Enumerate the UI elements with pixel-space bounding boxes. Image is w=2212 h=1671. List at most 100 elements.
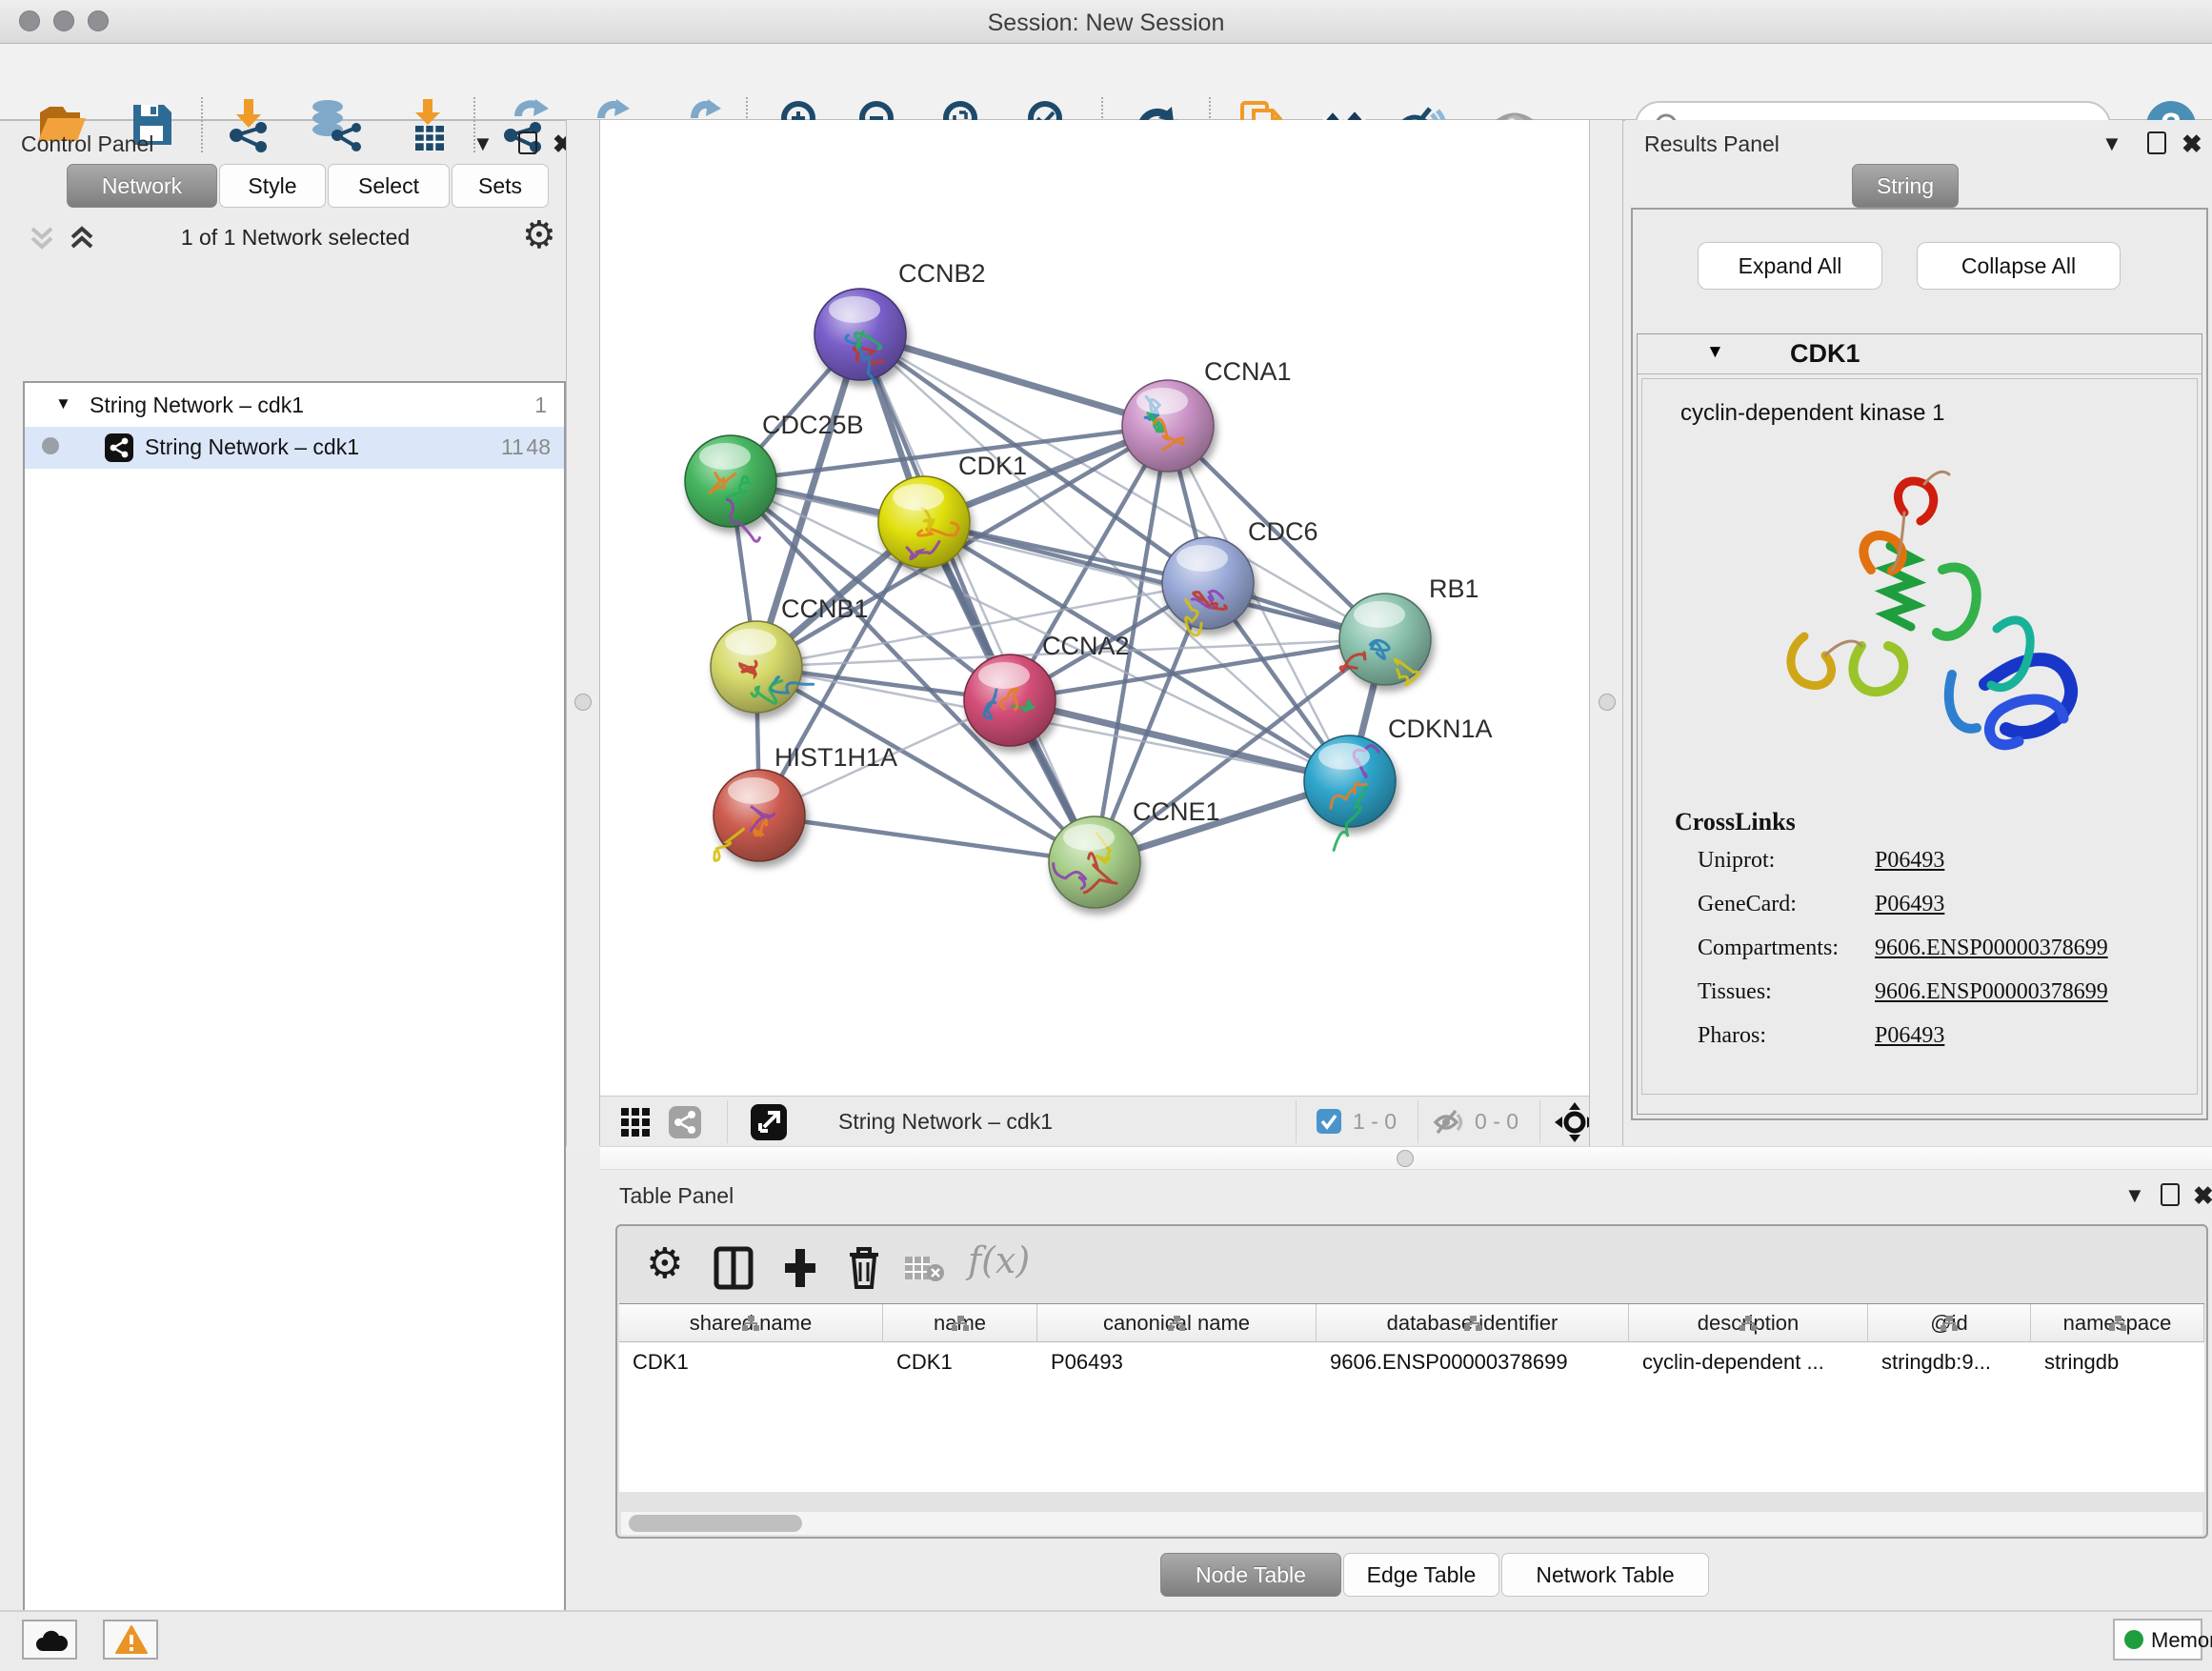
column-header-canonical-name[interactable]: canonical name bbox=[1037, 1304, 1317, 1342]
network-table-splitter[interactable] bbox=[600, 1146, 2212, 1170]
crosslink-link[interactable]: P06493 bbox=[1875, 1023, 1944, 1049]
tab-style[interactable]: Style bbox=[219, 164, 326, 208]
crosslink-row: GeneCard: bbox=[1698, 892, 1797, 917]
results-panel-float-icon[interactable] bbox=[2147, 131, 2166, 154]
crosslink-row: Pharos: bbox=[1698, 1023, 1766, 1049]
control-panel-menu-icon[interactable]: ▼ bbox=[473, 131, 493, 156]
crosslink-link[interactable]: 9606.ENSP00000378699 bbox=[1875, 979, 2108, 1005]
cell-namespace: stringdb bbox=[2031, 1342, 2204, 1382]
network-options-gear-icon[interactable]: ⚙ bbox=[522, 213, 556, 257]
create-column-plus-icon[interactable] bbox=[781, 1247, 819, 1289]
tab-network[interactable]: Network bbox=[67, 164, 217, 208]
network-current-dot-icon bbox=[42, 437, 59, 454]
delete-column-trash-icon[interactable] bbox=[846, 1245, 882, 1289]
table-options-gear-icon[interactable]: ⚙ bbox=[646, 1239, 683, 1288]
column-header-id[interactable]: @id bbox=[1868, 1304, 2031, 1342]
protein-structure-image bbox=[1747, 455, 2100, 779]
tab-sets[interactable]: Sets bbox=[452, 164, 549, 208]
window-title: Session: New Session bbox=[0, 10, 2212, 37]
network-collection-row[interactable]: ▼ String Network – cdk1 1 bbox=[25, 385, 564, 427]
column-type-icon bbox=[2109, 1315, 2126, 1332]
tab-edge-table[interactable]: Edge Table bbox=[1343, 1553, 1499, 1597]
column-type-icon bbox=[952, 1315, 969, 1332]
control-panel-title: Control Panel bbox=[21, 131, 153, 157]
node-label: CCNB1 bbox=[781, 594, 869, 623]
network-node-ccne1[interactable]: CCNE1 bbox=[1049, 797, 1220, 908]
tab-network-table[interactable]: Network Table bbox=[1501, 1553, 1709, 1597]
tab-node-table[interactable]: Node Table bbox=[1160, 1553, 1341, 1597]
node-label: CCNA1 bbox=[1204, 357, 1292, 386]
collection-name: String Network – cdk1 bbox=[90, 393, 304, 418]
network-name: String Network – cdk1 bbox=[145, 434, 359, 460]
table-panel-menu-icon[interactable]: ▼ bbox=[2124, 1183, 2145, 1208]
splitter-handle[interactable] bbox=[574, 694, 592, 711]
birds-eye-view-icon[interactable] bbox=[621, 1108, 652, 1138]
network-node-hist1h1a[interactable]: HIST1H1A bbox=[714, 743, 897, 861]
memory-label: Memory bbox=[2151, 1628, 2212, 1653]
node-label: CDC25B bbox=[762, 411, 864, 439]
table-panel-float-icon[interactable] bbox=[2161, 1183, 2180, 1206]
network-node-cdc25b[interactable]: CDC25B bbox=[685, 411, 864, 541]
memory-button[interactable]: Memory bbox=[2113, 1619, 2202, 1661]
entry-collapse-icon[interactable]: ▼ bbox=[1706, 342, 1724, 363]
network-node-ccnb1[interactable]: CCNB1 bbox=[711, 594, 869, 713]
control-network-splitter[interactable] bbox=[566, 120, 600, 1146]
column-header-database-identifier[interactable]: database identifier bbox=[1317, 1304, 1629, 1342]
network-row-selected[interactable]: String Network – cdk1 11 48 bbox=[25, 427, 564, 469]
control-panel-float-icon[interactable] bbox=[518, 131, 537, 154]
node-label: CCNE1 bbox=[1133, 797, 1220, 826]
splitter-handle[interactable] bbox=[1397, 1150, 1414, 1167]
collapse-all-button[interactable]: Collapse All bbox=[1917, 242, 2121, 290]
show-columns-icon[interactable] bbox=[714, 1247, 753, 1289]
hidden-eye-icon[interactable] bbox=[1433, 1106, 1467, 1138]
node-label: RB1 bbox=[1429, 574, 1479, 603]
title-bar: Session: New Session bbox=[0, 0, 2212, 44]
network-type-icon bbox=[105, 433, 133, 462]
crosslink-link[interactable]: P06493 bbox=[1875, 892, 1944, 917]
selected-checkbox-icon[interactable] bbox=[1317, 1109, 1341, 1134]
crosslink-link[interactable]: P06493 bbox=[1875, 848, 1944, 874]
crosslink-row: Compartments: bbox=[1698, 936, 1839, 961]
divider bbox=[727, 1100, 728, 1143]
column-header-shared-name[interactable]: shared name bbox=[619, 1304, 883, 1342]
network-graph[interactable]: CCNB2CCNA1CDC25BCDK1CDC6RB1CCNB1CCNA2CDK… bbox=[600, 120, 1589, 1096]
function-builder-icon[interactable]: f(x) bbox=[968, 1239, 1030, 1281]
expand-all-button[interactable]: Expand All bbox=[1698, 242, 1882, 290]
warnings-button[interactable] bbox=[103, 1620, 158, 1660]
collection-expand-icon[interactable]: ▼ bbox=[55, 394, 71, 413]
cloud-icon bbox=[33, 1628, 68, 1653]
splitter-handle[interactable] bbox=[1599, 694, 1616, 711]
scrollbar-thumb[interactable] bbox=[629, 1515, 802, 1532]
network-node-cdkn1a[interactable]: CDKN1A bbox=[1304, 715, 1493, 850]
divider bbox=[1296, 1100, 1297, 1143]
node-details-box: ▼ CDK1 cyclin-dependent kinase 1 bbox=[1637, 333, 2202, 1115]
table-horizontal-scrollbar[interactable] bbox=[621, 1512, 2202, 1535]
memory-ok-dot-icon bbox=[2124, 1630, 2143, 1649]
crosslink-link[interactable]: 9606.ENSP00000378699 bbox=[1875, 936, 2108, 961]
column-header-namespace[interactable]: namespace bbox=[2031, 1304, 2204, 1342]
crosslink-label: Pharos: bbox=[1698, 1023, 1766, 1048]
column-type-icon bbox=[1168, 1315, 1185, 1332]
network-canvas[interactable]: CCNB2CCNA1CDC25BCDK1CDC6RB1CCNB1CCNA2CDK… bbox=[600, 120, 1589, 1096]
column-header-description[interactable]: description bbox=[1629, 1304, 1868, 1342]
delete-table-icon[interactable] bbox=[905, 1255, 945, 1283]
network-node-rb1[interactable]: RB1 bbox=[1339, 574, 1479, 686]
tab-select[interactable]: Select bbox=[328, 164, 450, 208]
node-entry-header[interactable]: ▼ CDK1 bbox=[1638, 334, 2202, 374]
results-panel-menu-icon[interactable]: ▼ bbox=[2101, 131, 2122, 156]
tab-string-results[interactable]: String bbox=[1852, 164, 1959, 208]
network-node-ccna1[interactable]: CCNA1 bbox=[1122, 357, 1292, 472]
cell-description: cyclin-dependent ... bbox=[1629, 1342, 1868, 1382]
string-results-box: Expand All Collapse All ▼ CDK1 cyclin-de… bbox=[1631, 208, 2208, 1120]
network-edge-count: 48 bbox=[526, 434, 551, 460]
open-in-new-window-icon[interactable] bbox=[751, 1104, 787, 1140]
node-entry-content: cyclin-dependent kinase 1 CrossL bbox=[1641, 378, 2198, 1095]
cloud-status-button[interactable] bbox=[22, 1620, 77, 1660]
network-results-splitter[interactable] bbox=[1589, 120, 1623, 1146]
results-panel-close-icon[interactable]: ✖ bbox=[2182, 130, 2202, 159]
table-panel-close-icon[interactable]: ✖ bbox=[2193, 1181, 2212, 1211]
network-grey-share-icon[interactable] bbox=[669, 1106, 701, 1138]
column-header-name[interactable]: name bbox=[883, 1304, 1037, 1342]
column-type-icon bbox=[1941, 1315, 1958, 1332]
network-node-cdk1[interactable]: CDK1 bbox=[878, 452, 1027, 568]
